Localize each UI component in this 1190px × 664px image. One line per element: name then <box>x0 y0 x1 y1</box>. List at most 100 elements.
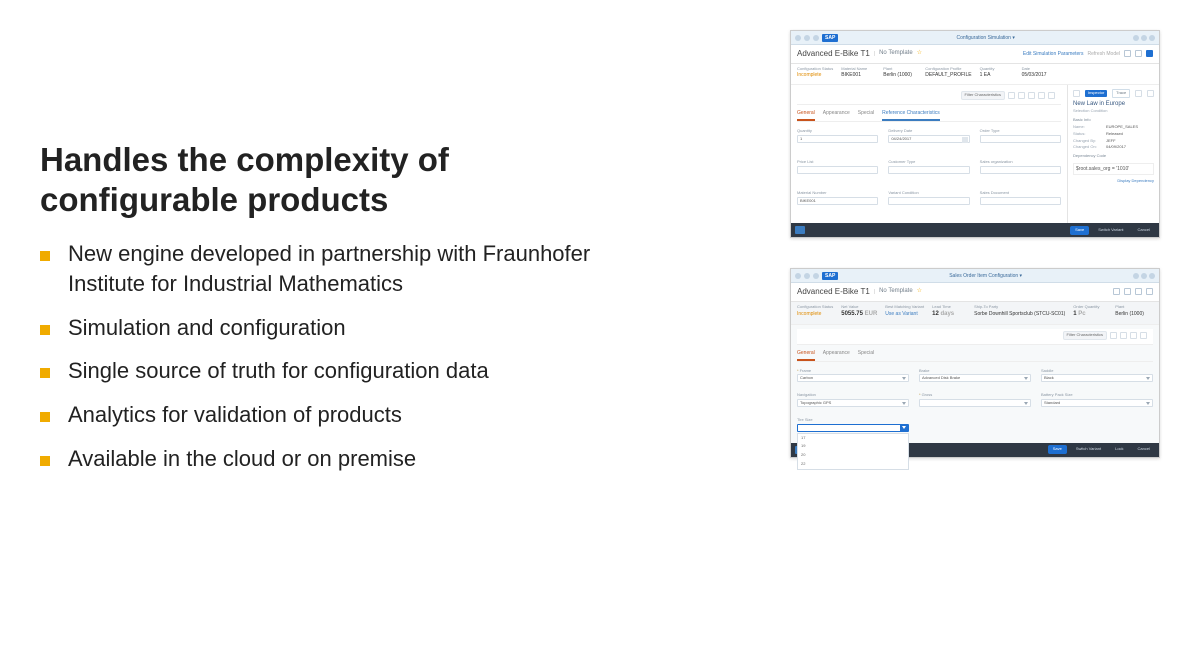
save-button[interactable]: Save <box>1048 445 1067 454</box>
app-shell-header: SAP Configuration Simulation ▾ <box>791 31 1159 45</box>
inspector-toggle-button[interactable] <box>1146 50 1153 57</box>
field-label: Price List <box>797 160 878 165</box>
switch-variant-button[interactable]: Switch Variant <box>1093 226 1128 235</box>
dependency-code-box: $root.sales_org = '1010' <box>1073 163 1154 175</box>
field-label: Brake <box>919 369 1031 374</box>
material-number-input[interactable]: BIKE001 <box>797 197 878 205</box>
dropdown-option[interactable]: 22 <box>798 460 908 469</box>
filter-control-icon[interactable] <box>1140 332 1147 339</box>
resize-panel-icon[interactable] <box>1147 90 1154 97</box>
meta-label: Configuration Profile <box>925 67 971 72</box>
tab-ref-characteristics[interactable]: Reference Characteristics <box>882 108 940 121</box>
tab-general[interactable]: General <box>797 348 815 361</box>
cancel-button[interactable]: Cancel <box>1133 226 1155 235</box>
expand-icon[interactable] <box>1124 288 1131 295</box>
filter-chip[interactable]: Filter Characteristics <box>1063 331 1107 340</box>
field-label: Navigation <box>797 393 909 398</box>
filter-control-icon[interactable] <box>1110 332 1117 339</box>
tab-special[interactable]: Special <box>858 108 874 121</box>
kv-value: Released <box>1106 132 1123 137</box>
tab-appearance[interactable]: Appearance <box>823 108 850 121</box>
message-icon[interactable] <box>795 226 805 234</box>
oq-unit: Pc <box>1078 311 1085 317</box>
expand-icon[interactable] <box>1135 50 1142 57</box>
screenshot-sales-order-config: SAP Sales Order Item Configuration ▾ Adv… <box>790 268 1160 457</box>
cancel-button[interactable]: Cancel <box>1133 445 1155 454</box>
trace-button[interactable]: Trace <box>1112 89 1130 98</box>
lock-button[interactable]: Lock <box>1110 445 1128 454</box>
frame-select[interactable]: Carbon <box>797 374 909 382</box>
filter-control-icon[interactable] <box>1048 92 1055 99</box>
meta-value: Berlin (1000) <box>1115 311 1149 317</box>
close-panel-icon[interactable] <box>1135 90 1142 97</box>
filter-control-icon[interactable] <box>1018 92 1025 99</box>
filter-control-icon[interactable] <box>1120 332 1127 339</box>
meta-value: 5055.75 EUR <box>841 311 877 318</box>
price-list-input[interactable] <box>797 166 878 174</box>
bullet-item: New engine developed in partnership with… <box>40 239 620 298</box>
brake-select[interactable]: Advanced Disk Brake <box>919 374 1031 382</box>
tire-size-select[interactable]: 17 19 20 22 <box>797 424 909 432</box>
meta-label: Net Value <box>841 305 877 310</box>
meta-value: Incomplete <box>797 311 833 317</box>
notification-icon <box>1141 35 1147 41</box>
filter-bar: Filter Characteristics <box>797 329 1153 345</box>
order-type-input[interactable] <box>980 135 1061 143</box>
quantity-input[interactable]: 1 <box>797 135 878 143</box>
close-icon[interactable] <box>1124 50 1131 57</box>
meta-label: Plant <box>1115 305 1149 310</box>
customer-type-input[interactable] <box>888 166 969 174</box>
inspector-button[interactable]: Inspector <box>1085 90 1107 97</box>
battery-select[interactable]: Standard <box>1041 399 1153 407</box>
nav-prev-icon[interactable] <box>1073 90 1080 97</box>
meta-label: Quantity <box>980 67 1014 72</box>
filter-control-icon[interactable] <box>1130 332 1137 339</box>
sales-document-input[interactable] <box>980 197 1061 205</box>
filter-control-icon[interactable] <box>1028 92 1035 99</box>
product-name: Advanced E-Bike T1 <box>797 49 870 59</box>
display-dependency-link[interactable]: Display Dependency <box>1073 179 1154 184</box>
navigation-select[interactable]: Topographic GPS <box>797 399 909 407</box>
fullscreen-icon[interactable] <box>1135 288 1142 295</box>
kv-key: Changed On: <box>1073 145 1103 150</box>
field-label: Battery Pack Size <box>1041 393 1153 398</box>
section-basic-info: Basic Info <box>1073 118 1154 123</box>
meta-label: Lead Time <box>932 305 966 310</box>
calendar-icon[interactable] <box>962 137 968 143</box>
refresh-link[interactable]: Refresh Model <box>1087 51 1120 57</box>
filter-control-icon[interactable] <box>1008 92 1015 99</box>
saddle-select[interactable]: Black <box>1041 374 1153 382</box>
gross-select[interactable] <box>919 399 1031 407</box>
sales-org-input[interactable] <box>980 166 1061 174</box>
dropdown-option[interactable]: 17 <box>798 434 908 443</box>
delivery-date-input[interactable]: 04/24/2017 <box>888 135 969 143</box>
filter-control-icon[interactable] <box>1038 92 1045 99</box>
section-dependency: Dependency Code <box>1073 154 1154 159</box>
object-meta-row: Configuration StatusIncomplete Net Value… <box>791 302 1159 325</box>
variant-condition-input[interactable] <box>888 197 969 205</box>
save-button[interactable]: Save <box>1070 226 1089 235</box>
sap-logo: SAP <box>822 272 838 280</box>
use-variant-link[interactable]: Use as Variant <box>885 311 924 317</box>
inspector-toggle-icon[interactable] <box>1146 288 1153 295</box>
search-icon <box>1133 273 1139 279</box>
net-value-number: 5055.75 <box>841 311 864 317</box>
back-icon <box>804 35 810 41</box>
field-label: Sales organization <box>980 160 1061 165</box>
meta-label: Configuration Status <box>797 305 833 310</box>
filter-chip[interactable]: Filter Characteristics <box>961 91 1005 100</box>
dropdown-toggle-icon[interactable] <box>900 424 908 432</box>
overflow-icon <box>1149 35 1155 41</box>
switch-variant-button[interactable]: Switch Variant <box>1071 445 1106 454</box>
tab-general[interactable]: General <box>797 108 815 121</box>
dropdown-option[interactable]: 19 <box>798 442 908 451</box>
field-label: Order Type <box>980 129 1061 134</box>
tab-special[interactable]: Special <box>858 348 874 361</box>
dropdown-option[interactable]: 20 <box>798 451 908 460</box>
inspector-subtitle: Selection Condition <box>1073 109 1154 114</box>
tab-appearance[interactable]: Appearance <box>823 348 850 361</box>
settings-icon[interactable] <box>1113 288 1120 295</box>
field-label: Sales Document <box>980 191 1061 196</box>
edit-params-link[interactable]: Edit Simulation Parameters <box>1023 51 1084 57</box>
home-icon <box>813 35 819 41</box>
